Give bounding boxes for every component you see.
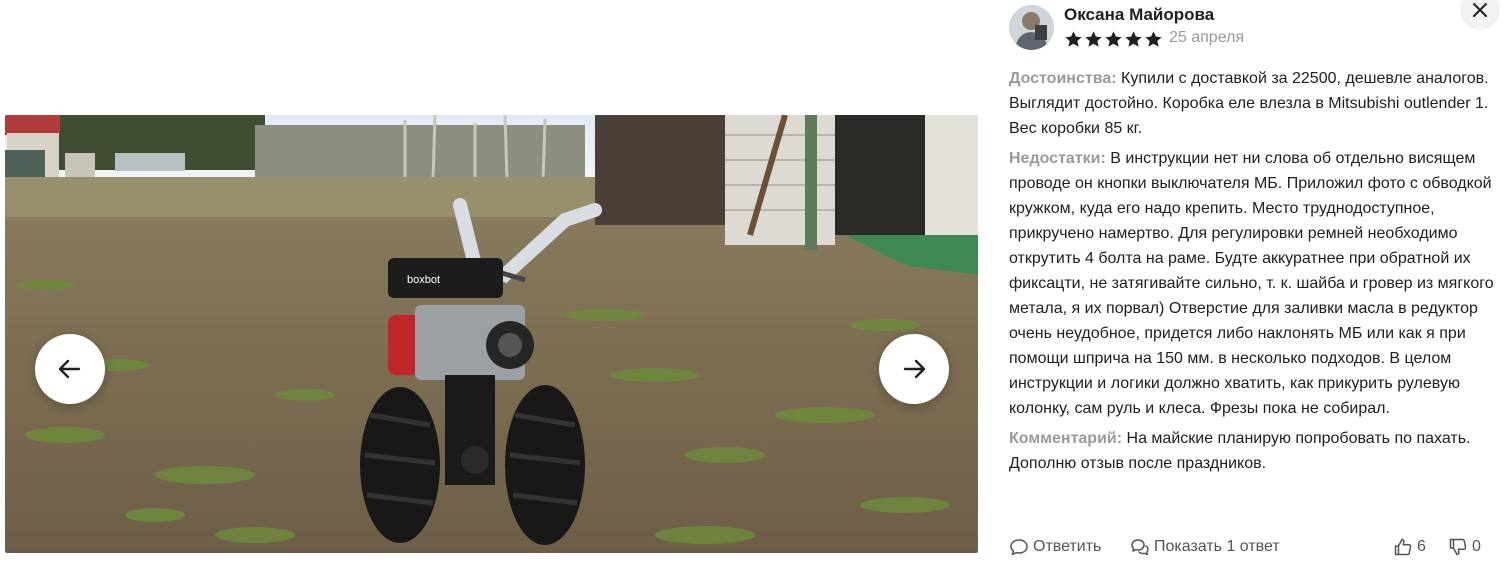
comment-section: Комментарий: На майские планирую попробо… <box>1009 426 1495 476</box>
show-answers-button[interactable]: Показать 1 ответ <box>1130 537 1280 557</box>
author-avatar[interactable] <box>1009 5 1054 50</box>
author-name[interactable]: Оксана Майорова <box>1064 5 1214 25</box>
review-actions: Ответить Показать 1 ответ 6 0 <box>1009 537 1495 559</box>
pros-label: Достоинства: <box>1009 70 1117 87</box>
user-avatar-icon <box>1009 5 1054 50</box>
arrow-left-icon <box>58 359 81 379</box>
thumbs-up-icon <box>1394 538 1412 556</box>
engine-brand-label: boxbot <box>407 274 440 286</box>
pros-section: Достоинства: Купили с доставкой за 22500… <box>1009 66 1495 141</box>
star-icon <box>1145 30 1162 47</box>
dislike-button[interactable]: 0 <box>1448 537 1481 557</box>
review-photo[interactable]: boxbot <box>5 115 978 553</box>
thumbs-down-icon <box>1449 538 1467 556</box>
cons-text: В инструкции нет ни слова об отдельно ви… <box>1009 150 1494 417</box>
like-button[interactable]: 6 <box>1393 537 1426 557</box>
cons-section: Недостатки: В инструкции нет ни слова об… <box>1009 146 1495 421</box>
reply-button[interactable]: Ответить <box>1009 537 1101 557</box>
star-rating <box>1064 29 1164 49</box>
star-icon <box>1065 30 1082 47</box>
speech-bubble-icon <box>1010 539 1028 556</box>
photo-viewer: boxbot <box>0 0 990 582</box>
review-date: 25 апреля <box>1169 29 1245 46</box>
cons-label: Недостатки: <box>1009 150 1106 167</box>
arrow-right-icon <box>903 359 926 379</box>
close-icon <box>1473 3 1487 17</box>
comments-icon <box>1131 539 1149 556</box>
likes-count: 6 <box>1417 538 1426 555</box>
comment-label: Комментарий: <box>1009 430 1123 447</box>
show-answers-label: Показать 1 ответ <box>1154 538 1280 555</box>
reply-label: Ответить <box>1033 538 1102 555</box>
dislikes-count: 0 <box>1472 538 1481 555</box>
star-icon <box>1125 30 1142 47</box>
star-icon <box>1105 30 1122 47</box>
tiller-photo-illustration: boxbot <box>5 115 978 553</box>
review-body: Достоинства: Купили с доставкой за 22500… <box>1009 66 1495 481</box>
close-button[interactable] <box>1460 0 1500 30</box>
prev-photo-button[interactable] <box>35 334 105 404</box>
star-icon <box>1085 30 1102 47</box>
next-photo-button[interactable] <box>879 334 949 404</box>
